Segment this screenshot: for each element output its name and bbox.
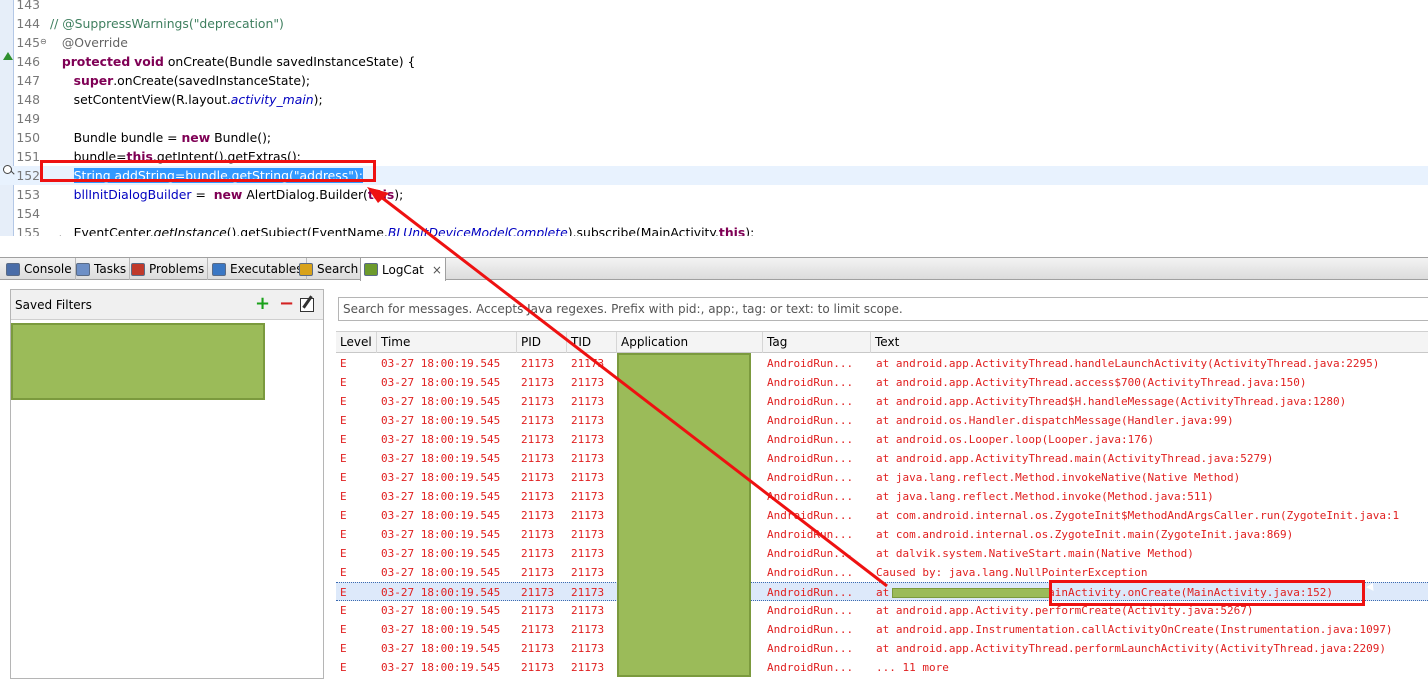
annotation-arrow	[367, 187, 888, 588]
